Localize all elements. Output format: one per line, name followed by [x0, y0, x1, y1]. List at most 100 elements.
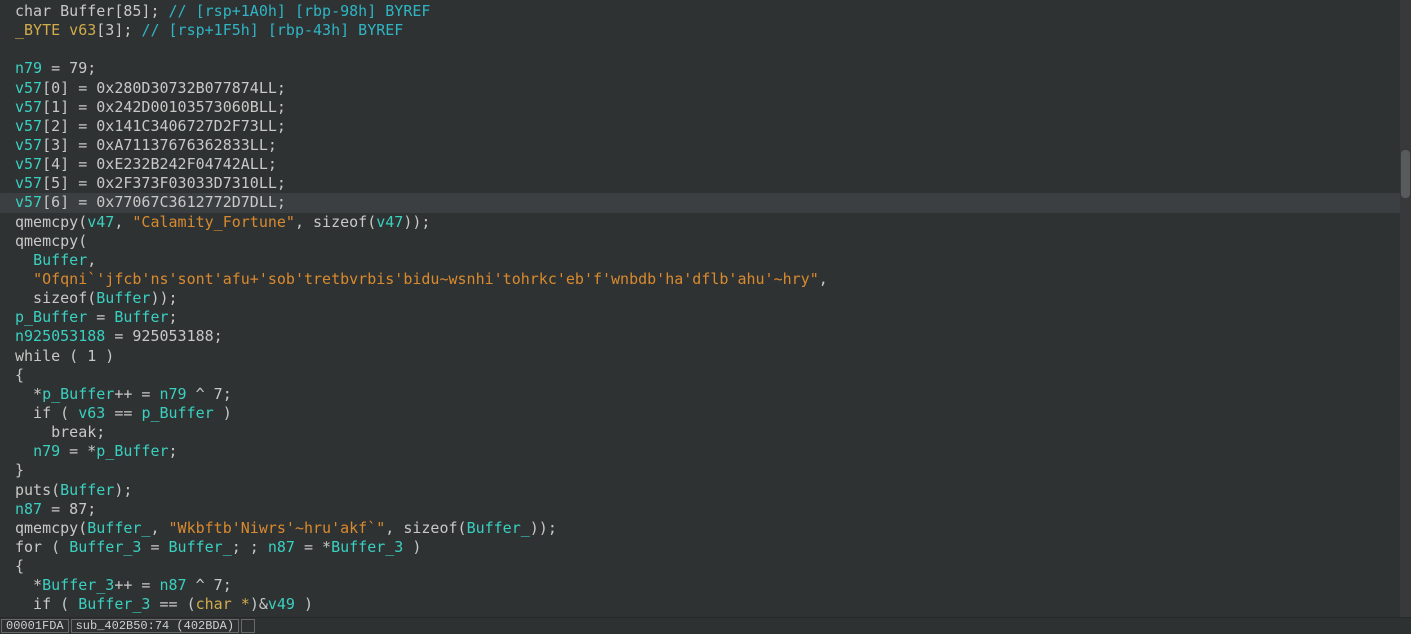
code-token-plain: ; [168, 308, 178, 327]
code-token-plain: [4] = 0xE232B242F04742ALL; [42, 155, 277, 174]
code-line[interactable]: puts(Buffer); [0, 481, 1411, 500]
code-line[interactable]: n925053188 = 925053188; [0, 327, 1411, 346]
code-token-variable: Buffer [33, 250, 88, 269]
code-token-plain: ; [168, 442, 178, 461]
code-token-variable: Buffer_3 [69, 537, 142, 556]
code-token-plain: ) [294, 595, 314, 614]
code-line[interactable]: qmemcpy( [0, 232, 1411, 251]
code-token-plain: [0] = 0x280D30732B077874LL; [42, 78, 286, 97]
code-line[interactable]: v57[3] = 0xA71137676362833LL; [0, 136, 1411, 155]
code-token-plain: while ( 1 ) [15, 346, 115, 365]
code-token-variable: n87 [267, 537, 295, 556]
code-token-plain: = [87, 308, 115, 327]
code-token-variable: v57 [15, 155, 43, 174]
code-token-plain: = 79; [42, 59, 97, 78]
code-token-variable: v57 [15, 135, 43, 154]
code-line[interactable]: _BYTE v63[3]; // [rsp+1F5h] [rbp-43h] BY… [0, 21, 1411, 40]
code-line[interactable]: n87 = 87; [0, 500, 1411, 519]
code-token-string-literal: "Calamity_Fortune" [132, 212, 295, 231]
code-token-variable: p_Buffer [141, 403, 214, 422]
code-token-variable: v57 [15, 116, 43, 135]
scrollbar-thumb[interactable] [1401, 150, 1410, 198]
code-token-plain: , [114, 212, 133, 231]
code-line[interactable] [0, 40, 1411, 59]
code-line[interactable]: sizeof(Buffer)); [0, 289, 1411, 308]
code-line[interactable]: for ( Buffer_3 = Buffer_; ; n87 = *Buffe… [0, 538, 1411, 557]
code-token-plain: puts( [15, 480, 61, 499]
code-token-plain: [6] = 0x77067C3612772D7DLL; [42, 193, 286, 212]
code-line[interactable]: char Buffer[85]; // [rsp+1A0h] [rbp-98h]… [0, 2, 1411, 21]
code-line[interactable]: v57[5] = 0x2F373F03033D7310LL; [0, 174, 1411, 193]
code-token-variable: p_Buffer [96, 442, 169, 461]
code-token-plain: , [818, 269, 828, 288]
code-line[interactable]: v57[0] = 0x280D30732B077874LL; [0, 79, 1411, 98]
code-token-plain: = * [60, 442, 97, 461]
code-token-variable: Buffer_3 [42, 576, 115, 595]
code-token-variable: n79 [15, 59, 43, 78]
code-token-plain: ; ; [231, 537, 268, 556]
code-token-variable: v57 [15, 78, 43, 97]
code-token-variable: Buffer_3 [78, 595, 151, 614]
code-token-plain: ++ = [114, 576, 160, 595]
code-token-plain: sizeof( [15, 289, 97, 308]
code-line[interactable]: Buffer, [0, 251, 1411, 270]
code-line[interactable]: if ( Buffer_3 == (char *)&v49 ) [0, 595, 1411, 614]
code-line[interactable]: break; [0, 423, 1411, 442]
code-token-variable: p_Buffer [15, 308, 88, 327]
code-token-plain: qmemcpy( [15, 518, 88, 537]
code-token-string-literal: "Ofqni`'jfcb'ns'sont'afu+'sob'tretbvrbis… [33, 269, 819, 288]
code-token-comment: // [rsp+1A0h] [rbp-98h] BYREF [168, 2, 431, 20]
code-line[interactable]: } [0, 461, 1411, 480]
code-line[interactable]: *Buffer_3++ = n87 ^ 7; [0, 576, 1411, 595]
code-token-plain: char Buffer[85]; [15, 2, 169, 20]
code-line[interactable]: if ( v63 == p_Buffer ) [0, 404, 1411, 423]
code-token-variable: n87 [159, 576, 187, 595]
code-line[interactable]: { [0, 366, 1411, 385]
code-token-plain: qmemcpy( [15, 231, 88, 250]
pseudocode-view[interactable]: char Buffer[85]; // [rsp+1A0h] [rbp-98h]… [0, 0, 1411, 617]
code-token-variable: n925053188 [15, 327, 106, 346]
status-address: 00001FDA [1, 619, 69, 633]
code-token-plain: )& [249, 595, 268, 614]
vertical-scrollbar[interactable] [1400, 0, 1411, 617]
code-line[interactable]: qmemcpy(Buffer_, "Wkbftb'Niwrs'~hru'akf`… [0, 519, 1411, 538]
code-token-comment: // [rsp+1F5h] [rbp-43h] BYREF [141, 21, 404, 40]
code-token-variable: v49 [267, 595, 295, 614]
code-line[interactable]: n79 = 79; [0, 59, 1411, 78]
code-token-variable: Buffer [60, 480, 115, 499]
code-line[interactable]: v57[4] = 0xE232B242F04742ALL; [0, 155, 1411, 174]
code-line[interactable]: *p_Buffer++ = n79 ^ 7; [0, 385, 1411, 404]
code-token-variable: n87 [15, 499, 43, 518]
decompiler-window: char Buffer[85]; // [rsp+1A0h] [rbp-98h]… [0, 0, 1411, 634]
code-token-plain: )); [403, 212, 431, 231]
code-line[interactable]: { [0, 557, 1411, 576]
code-token-variable: Buffer_3 [331, 537, 404, 556]
code-token-plain: [5] = 0x2F373F03033D7310LL; [42, 174, 286, 193]
code-token-plain: )); [150, 289, 178, 308]
code-token-variable: Buffer_ [168, 537, 232, 556]
code-line[interactable]: p_Buffer = Buffer; [0, 308, 1411, 327]
code-line[interactable]: v57[1] = 0x242D00103573060BLL; [0, 98, 1411, 117]
code-line[interactable]: qmemcpy(v47, "Calamity_Fortune", sizeof(… [0, 213, 1411, 232]
code-token-variable: n79 [159, 384, 187, 403]
code-line[interactable]: v57[6] = 0x77067C3612772D7DLL; [0, 193, 1411, 213]
code-line[interactable]: while ( 1 ) [0, 347, 1411, 366]
status-location: sub_402B50:74 (402BDA) [70, 619, 240, 633]
code-token-plain: == ( [150, 595, 196, 614]
code-token-plain: for ( [15, 537, 70, 556]
code-line[interactable]: v57[2] = 0x141C3406727D2F73LL; [0, 117, 1411, 136]
code-line[interactable]: n79 = *p_Buffer; [0, 442, 1411, 461]
code-token-variable: v57 [15, 97, 43, 116]
code-token-plain: , [87, 250, 97, 269]
code-token-variable: p_Buffer [42, 384, 115, 403]
code-token-plain: = 925053188; [105, 327, 223, 346]
code-token-type-keyword: char * [195, 595, 250, 614]
code-token-variable: Buffer [96, 289, 151, 308]
code-token-variable: n79 [33, 442, 61, 461]
code-line[interactable]: "Ofqni`'jfcb'ns'sont'afu+'sob'tretbvrbis… [0, 270, 1411, 289]
code-token-plain: [1] = 0x242D00103573060BLL; [42, 97, 286, 116]
code-token-plain: } [15, 461, 25, 480]
